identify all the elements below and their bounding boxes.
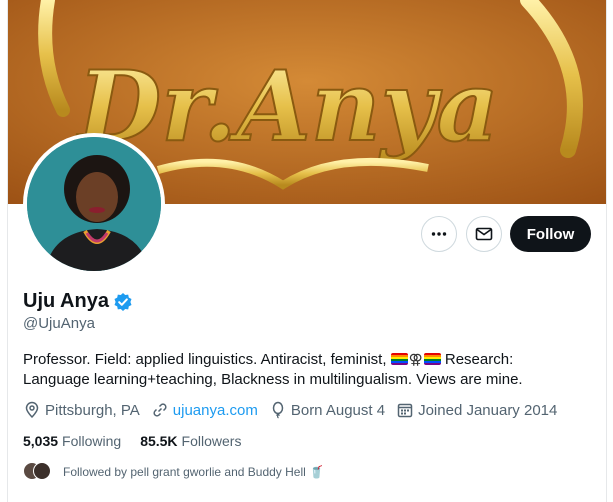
calendar-icon	[397, 403, 413, 418]
profile-page: Dr.Anya Follow Uju Anya @UjuAnya Profess…	[0, 0, 613, 502]
followers-value: 85.5K	[140, 433, 178, 449]
verified-badge-icon[interactable]	[113, 292, 133, 312]
followed-by-text: Followed by pell grant gworlie and Buddy…	[63, 465, 325, 479]
right-border	[606, 0, 607, 502]
avatar[interactable]	[23, 133, 165, 275]
display-name: Uju Anya	[23, 290, 109, 312]
link-icon	[153, 403, 167, 417]
bio-symbol: ⚢	[408, 351, 423, 367]
profile-meta: Pittsburgh, PA ujuanya.com Born August 4	[23, 401, 568, 419]
bio: Professor. Field: applied linguistics. A…	[23, 349, 583, 390]
rainbow-flag-emoji	[390, 353, 408, 365]
birthday-text: Born August 4	[290, 401, 386, 419]
followers-label: Followers	[181, 433, 242, 449]
birthday: Born August 4	[269, 401, 385, 419]
followers-you-know-avatars	[23, 462, 53, 482]
location: Pittsburgh, PA	[23, 401, 140, 419]
more-icon	[431, 232, 447, 236]
follow-counts: 5,035 Following 85.5K Followers	[23, 433, 260, 449]
banner-nameplate-text: Dr.Anya	[75, 50, 499, 163]
followers-count[interactable]: 85.5K Followers	[140, 433, 241, 449]
location-text: Pittsburgh, PA	[45, 401, 140, 419]
location-icon	[25, 401, 39, 419]
mini-avatar-2	[33, 462, 51, 480]
follow-button[interactable]: Follow	[510, 216, 591, 252]
followed-by[interactable]: Followed by pell grant gworlie and Buddy…	[23, 462, 324, 482]
bio-text-part1: Professor. Field: applied linguistics. A…	[23, 351, 391, 368]
more-button[interactable]	[421, 216, 457, 252]
avatar-photo	[27, 137, 161, 271]
join-date-text: Joined January 2014	[418, 401, 558, 419]
user-handle: @UjuAnya	[23, 315, 95, 332]
following-label: Following	[62, 433, 122, 449]
website[interactable]: ujuanya.com	[151, 401, 258, 419]
following-count[interactable]: 5,035 Following	[23, 433, 121, 449]
mail-icon	[475, 227, 493, 241]
join-date: Joined January 2014	[396, 401, 557, 419]
following-value: 5,035	[23, 433, 59, 449]
message-button[interactable]	[466, 216, 502, 252]
balloon-icon	[272, 401, 284, 419]
name-row: Uju Anya	[23, 290, 133, 313]
website-link[interactable]: ujuanya.com	[173, 402, 258, 419]
rainbow-flag-emoji-2	[423, 353, 441, 365]
